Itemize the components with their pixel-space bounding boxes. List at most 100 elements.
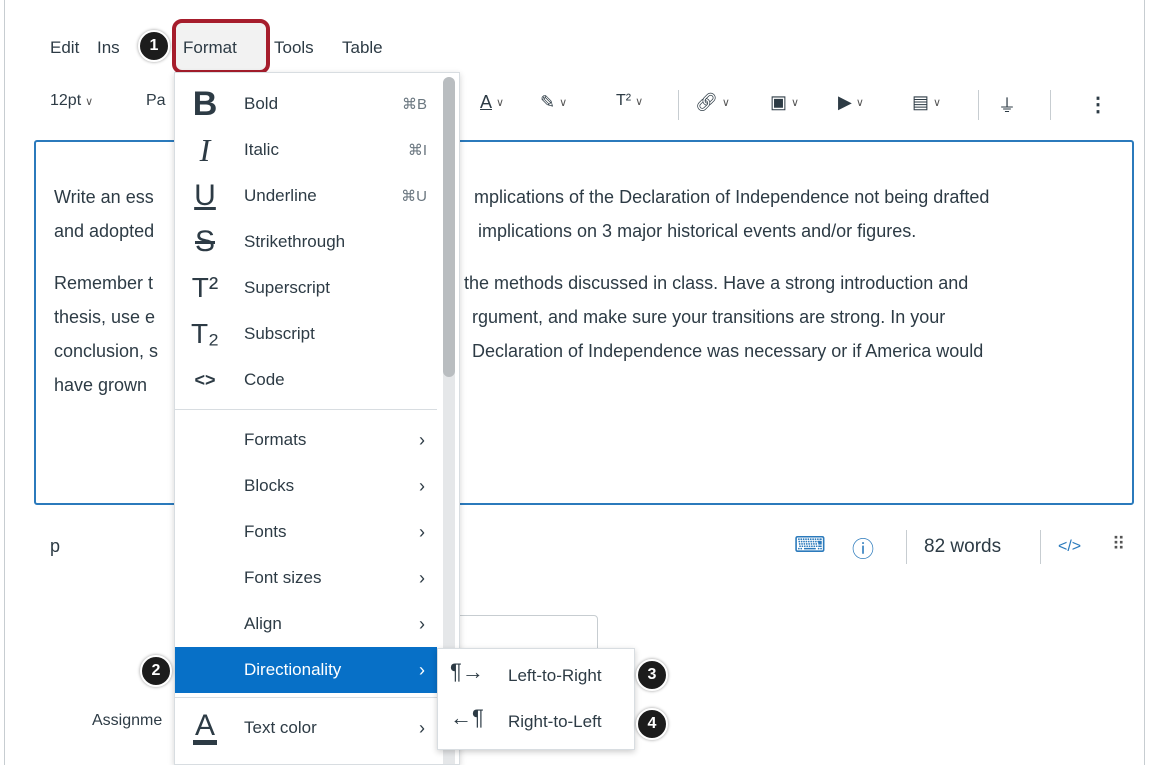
shortcut-label: ⌘I (407, 142, 427, 159)
assignment-label: Assignme (92, 712, 163, 729)
menu-item-bold[interactable]: B Bold ⌘B (175, 81, 437, 127)
menu-item-fonts[interactable]: Fonts › (175, 509, 437, 555)
paragraph-select[interactable]: Pa (146, 92, 166, 110)
menu-item-label: Subscript (244, 324, 315, 343)
accessibility-icon[interactable]: ⓘ (852, 532, 874, 564)
chevron-right-icon: › (419, 567, 425, 588)
menu-item-label: Superscript (244, 278, 330, 297)
chevron-right-icon: › (419, 429, 425, 450)
highlighter-icon: ✎ (540, 92, 556, 112)
underline-icon: U (194, 179, 216, 212)
document-icon: ▤ (912, 92, 930, 112)
menu-item-blocks[interactable]: Blocks › (175, 463, 437, 509)
menu-item-label: Blocks (244, 476, 295, 495)
menu-insert[interactable]: Ins (97, 38, 120, 58)
resize-handle-icon[interactable]: ⠿ (1112, 534, 1125, 555)
italic-icon: I (199, 131, 211, 168)
text-line: the methods discussed in class. Have a s… (464, 273, 969, 293)
callout-1: 1 (138, 30, 170, 62)
text-line: rgument, and make sure your transitions … (472, 307, 946, 327)
text-line: mplications of the Declaration of Indepe… (474, 187, 990, 207)
menu-divider (175, 409, 437, 410)
document-button[interactable]: ▤ ∨ (912, 92, 941, 113)
menu-item-right-to-left[interactable]: ←¶ Right-to-Left (438, 699, 634, 745)
callout-3: 3 (636, 659, 668, 691)
menu-table[interactable]: Table (342, 38, 383, 58)
menu-item-align[interactable]: Align › (175, 601, 437, 647)
plug-icon: ⏚ (998, 96, 1016, 116)
shortcut-label: ⌘B (401, 96, 427, 113)
more-options-button[interactable]: ⋮ (1088, 92, 1108, 117)
bold-icon: B (192, 84, 218, 123)
menu-item-label: Text color (244, 718, 317, 737)
menu-item-label: Formats (244, 430, 307, 449)
menu-item-formats[interactable]: Formats › (175, 417, 437, 463)
more-vertical-icon: ⋮ (1088, 94, 1108, 116)
image-icon: ▣ (770, 92, 788, 112)
chevron-right-icon: › (419, 613, 425, 634)
menu-item-label: Italic (244, 140, 279, 159)
element-path[interactable]: p (50, 536, 60, 557)
code-icon: <> (194, 369, 216, 390)
chevron-down-icon: ∨ (791, 97, 800, 109)
chevron-right-icon: › (419, 521, 425, 542)
menu-item-subscript[interactable]: T₂ Subscript (175, 311, 437, 357)
menu-item-label: Strikethrough (244, 232, 346, 251)
text-line: Declaration of Independence was necessar… (472, 341, 984, 361)
keyboard-icon[interactable]: ⌨ (794, 532, 826, 558)
superscript-icon: T² (191, 272, 219, 303)
toolbar-divider (978, 90, 979, 120)
chevron-down-icon: ∨ (496, 97, 505, 109)
text-color-icon: A (480, 92, 493, 112)
menu-item-label: Right-to-Left (508, 712, 602, 731)
text-line: have grown (54, 375, 148, 395)
font-size-value: 12pt (50, 92, 82, 109)
media-icon: ▶ (838, 92, 852, 112)
menu-item-underline[interactable]: U Underline ⌘U (175, 173, 437, 219)
highlight-color-button[interactable]: ✎ ∨ (540, 92, 567, 113)
image-button[interactable]: ▣ ∨ (770, 92, 799, 113)
menu-item-italic[interactable]: I Italic ⌘I (175, 127, 437, 173)
text-color-button[interactable]: A ∨ (480, 92, 504, 113)
chevron-down-icon: ∨ (559, 97, 568, 109)
chevron-down-icon: ∨ (721, 97, 730, 109)
text-line: implications on 3 major historical event… (478, 221, 917, 241)
callout-2: 2 (140, 655, 172, 687)
menu-item-label: Directionality (244, 660, 342, 679)
text-line: thesis, use e (54, 307, 156, 327)
menu-item-superscript[interactable]: T² Superscript (175, 265, 437, 311)
font-size-select[interactable]: 12pt ∨ (50, 92, 93, 110)
text-color-icon: A (193, 710, 217, 745)
menu-item-left-to-right[interactable]: ¶→ Left-to-Right (438, 653, 634, 699)
directionality-submenu: ¶→ Left-to-Right ←¶ Right-to-Left (437, 648, 635, 750)
chevron-down-icon: ∨ (855, 97, 864, 109)
text-line: Write an ess (54, 187, 154, 207)
status-divider (906, 530, 907, 564)
menu-item-code[interactable]: <> Code (175, 357, 437, 403)
ltr-paragraph-icon: ¶→ (450, 659, 484, 684)
menu-item-strikethrough[interactable]: S Strikethrough (175, 219, 437, 265)
menu-item-label: Left-to-Right (508, 666, 602, 685)
html-toggle[interactable]: </> (1058, 538, 1081, 556)
text-line: Remember t (54, 273, 154, 293)
menu-edit[interactable]: Edit (50, 38, 79, 58)
menu-item-text-color[interactable]: A Text color › (175, 705, 437, 751)
apps-button[interactable]: ⏚ (998, 92, 1016, 118)
chevron-down-icon: ∨ (635, 95, 644, 108)
superscript-button[interactable]: T² ∨ (616, 92, 643, 110)
strikethrough-icon: S (194, 225, 215, 258)
link-button[interactable]: 🔗︎ ∨ (695, 92, 730, 113)
paragraph-value: Pa (146, 92, 166, 109)
menu-item-font-sizes[interactable]: Font sizes › (175, 555, 437, 601)
menu-scrollbar-thumb[interactable] (443, 77, 455, 377)
menu-divider (175, 697, 437, 698)
chevron-right-icon: › (419, 475, 425, 496)
chevron-right-icon: › (419, 659, 425, 680)
menu-item-label: Code (244, 370, 285, 389)
menu-format[interactable]: Format (183, 38, 237, 58)
menu-item-label: Fonts (244, 522, 287, 541)
menu-item-directionality[interactable]: Directionality › (175, 647, 437, 693)
menu-tools[interactable]: Tools (274, 38, 314, 58)
text-line: and adopted (54, 221, 155, 241)
media-button[interactable]: ▶ ∨ (838, 92, 864, 113)
